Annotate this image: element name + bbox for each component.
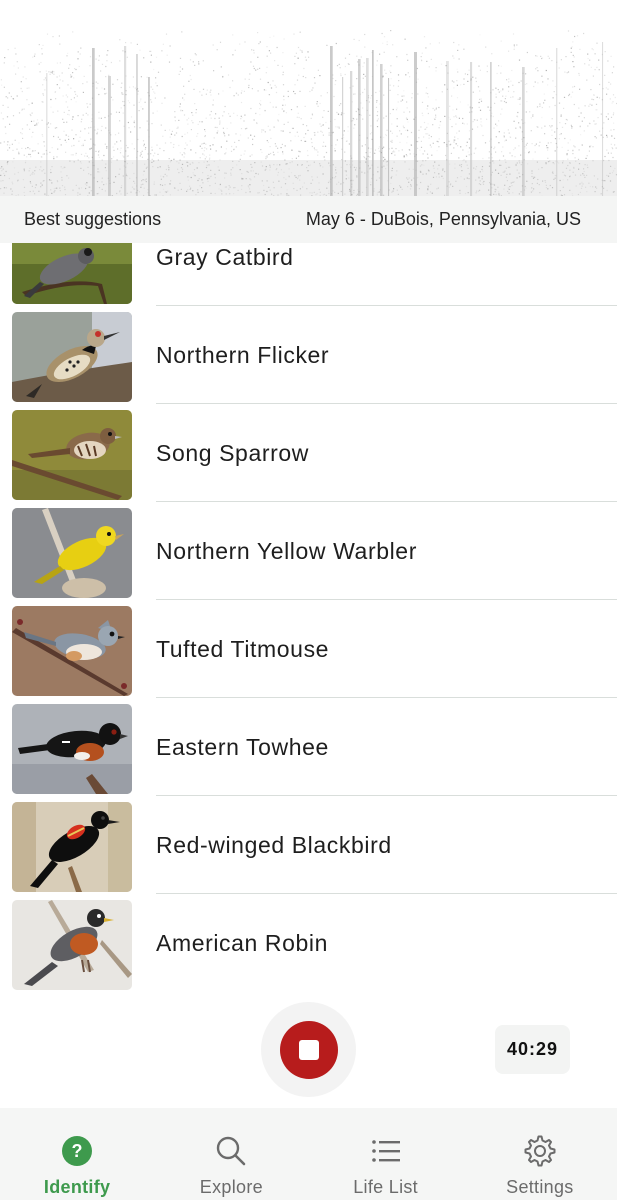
- species-row[interactable]: American Robin: [0, 894, 617, 992]
- species-row[interactable]: Red-winged Blackbird: [0, 796, 617, 894]
- species-name: Northern Yellow Warbler: [156, 537, 417, 564]
- species-row[interactable]: Tufted Titmouse: [0, 600, 617, 698]
- nav-life-list[interactable]: Life List: [309, 1108, 463, 1200]
- northern-flicker-photo: [12, 312, 132, 402]
- svg-text:?: ?: [72, 1141, 83, 1161]
- nav-label: Life List: [353, 1177, 418, 1197]
- species-name: Northern Flicker: [156, 341, 330, 368]
- species-name: Red-winged Blackbird: [156, 831, 392, 858]
- species-row[interactable]: Gray Catbird: [0, 243, 617, 306]
- search-icon: [215, 1135, 247, 1167]
- recording-timer: 40:29: [495, 1025, 570, 1074]
- nav-label: Explore: [199, 1177, 263, 1197]
- species-row[interactable]: Northern Flicker: [0, 306, 617, 404]
- suggestions-header: Best suggestions May 6 - DuBois, Pennsyl…: [0, 196, 617, 243]
- record-button-core: [279, 1020, 338, 1079]
- species-name: Eastern Towhee: [156, 733, 329, 760]
- species-name: Tufted Titmouse: [156, 635, 330, 662]
- date-location: May 6 - DuBois, Pennsylvania, US: [305, 209, 581, 229]
- species-list: Gray Catbird Northern Flicker Song Sparr…: [0, 243, 617, 995]
- american-robin-photo: [12, 900, 132, 990]
- nav-explore[interactable]: Explore: [154, 1108, 308, 1200]
- eastern-towhee-photo: [12, 704, 132, 794]
- spectrogram: [0, 0, 617, 196]
- species-name: Gray Catbird: [156, 243, 294, 270]
- stop-icon: [298, 1039, 319, 1060]
- spectrogram-graphic: [0, 30, 617, 196]
- species-row[interactable]: Northern Yellow Warbler: [0, 502, 617, 600]
- nav-label: Settings: [506, 1177, 574, 1197]
- species-name: American Robin: [156, 929, 329, 956]
- suggestions-label: Best suggestions: [24, 209, 162, 229]
- bottom-nav: ? Identify Explore Life List Settings: [0, 1108, 617, 1200]
- list-icon: [370, 1135, 402, 1167]
- nav-label: Identify: [43, 1177, 111, 1197]
- question-circle-icon: ?: [61, 1135, 93, 1167]
- species-row[interactable]: Song Sparrow: [0, 404, 617, 502]
- nav-identify[interactable]: ? Identify: [0, 1108, 154, 1200]
- tufted-titmouse-photo: [12, 606, 132, 696]
- yellow-warbler-photo: [12, 508, 132, 598]
- species-name: Song Sparrow: [156, 439, 309, 466]
- red-winged-blackbird-photo: [12, 802, 132, 892]
- song-sparrow-photo: [12, 410, 132, 500]
- gear-icon: [524, 1135, 556, 1167]
- stop-recording-button[interactable]: [261, 1002, 356, 1097]
- merlin-identify-screen: Best suggestions May 6 - DuBois, Pennsyl…: [0, 0, 617, 1200]
- nav-settings[interactable]: Settings: [463, 1108, 617, 1200]
- species-row[interactable]: Eastern Towhee: [0, 698, 617, 796]
- gray-catbird-photo: [12, 243, 132, 304]
